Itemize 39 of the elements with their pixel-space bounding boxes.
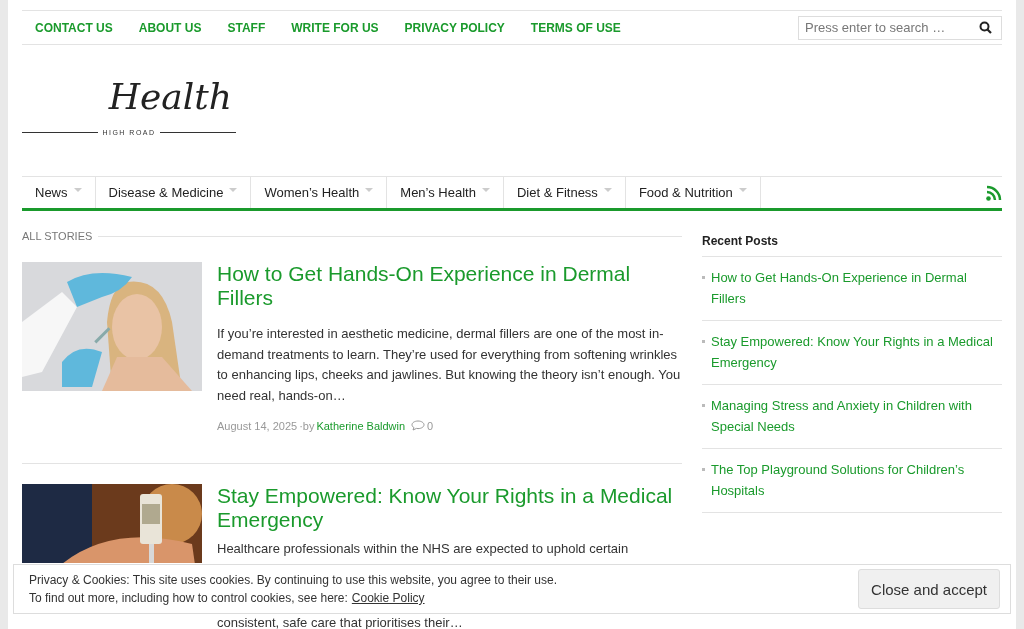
recent-post-link[interactable]: Managing Stress and Anxiety in Children with Special Needs (711, 395, 1002, 437)
recent-post-link[interactable]: The Top Playground Solutions for Children’s Hospitals (711, 459, 1002, 501)
top-menu-link[interactable]: STAFF (214, 20, 279, 35)
bullet-icon (702, 276, 705, 279)
nav-tab[interactable]: Men’s Health (387, 177, 504, 208)
top-menu-link[interactable]: WRITE FOR US (278, 20, 392, 35)
nav-tab[interactable]: Women’s Health (251, 177, 388, 208)
byline: ·by (299, 419, 315, 432)
article-title[interactable]: Stay Empowered: Know Your Rights in a Medical Emergency (217, 483, 682, 532)
search-icon[interactable] (979, 20, 992, 34)
search-field[interactable]: Press enter to search … (798, 15, 1002, 40)
comment-count: 0 (427, 419, 434, 432)
article-excerpt: Healthcare professionals within the NHS are expected to uphold certain (217, 541, 630, 556)
bullet-icon (702, 468, 705, 471)
sidebar-title: Recent Posts (702, 230, 1002, 257)
cookie-notice: To find out more, including how to control cookies, see here: (29, 590, 348, 607)
article-excerpt: consistent, safe care that prioritises their… (217, 615, 464, 629)
nav-tab[interactable]: News (22, 177, 96, 208)
article-excerpt: If you’re interested in aesthetic medicine, dermal fillers are one of the most in-demand treatments to learn. They’re used for everything from softening wrinkles to enhancing lips, cheeks and jawlines. But knowing the theory isn’t enough. You need real, hands-on… (217, 325, 682, 406)
nav-tab[interactable]: Food & Nutrition (625, 177, 761, 208)
top-menu-link[interactable]: PRIVACY POLICY (391, 20, 518, 35)
nav-tab[interactable]: Diet & Fitness (503, 177, 626, 208)
top-menu-link[interactable]: CONTACT US (22, 20, 126, 35)
top-menu-link[interactable]: ABOUT US (125, 20, 215, 35)
rss-icon[interactable] (986, 184, 1002, 201)
cookie-notice: Privacy & Cookies: This site uses cookies. By continuing to use this website, you agree to their use. (29, 572, 559, 589)
bullet-icon (702, 404, 705, 407)
post-date: August 14, 2025 (217, 419, 298, 432)
recent-post-link[interactable]: Stay Empowered: Know Your Rights in a Medical Emergency (711, 331, 1002, 373)
article-title[interactable]: How to Get Hands-On Experience in Dermal Fillers (217, 262, 682, 310)
author-link[interactable]: Katherine Baldwin (316, 419, 406, 432)
cookie-policy-link[interactable]: Cookie Policy (351, 589, 425, 607)
close-and-accept-button[interactable]: Close and accept (858, 569, 1000, 609)
section-title: ALL STORIES (22, 230, 93, 242)
top-menu-link[interactable]: TERMS OF USE (517, 20, 634, 35)
nav-tab[interactable]: Disease & Medicine (95, 177, 252, 208)
recent-post-link[interactable]: How to Get Hands-On Experience in Dermal Fillers (711, 267, 1002, 309)
comment-icon (411, 420, 426, 432)
bullet-icon (702, 340, 705, 343)
